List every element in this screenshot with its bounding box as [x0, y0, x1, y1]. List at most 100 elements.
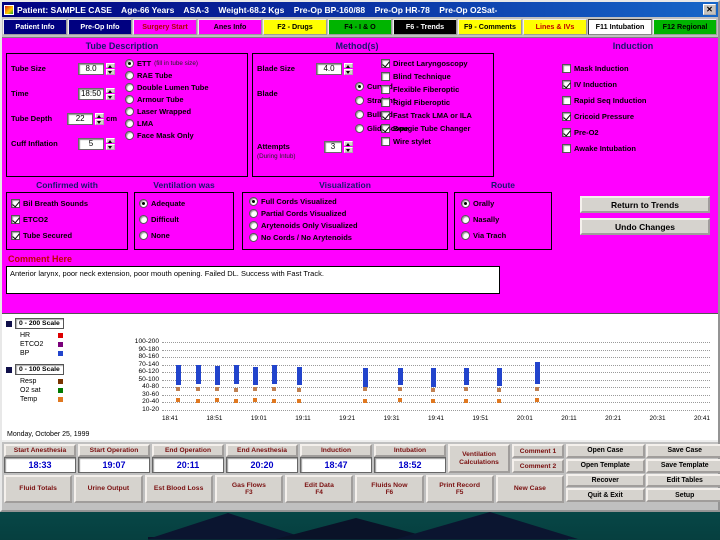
- action-button[interactable]: Fluids Now F6: [355, 475, 424, 503]
- checkbox-option[interactable]: Awake Intubation: [562, 144, 714, 153]
- time-field-button[interactable]: Start Anesthesia: [4, 444, 76, 457]
- checkbox-option[interactable]: Direct Laryngoscopy: [381, 59, 491, 68]
- spinner[interactable]: [106, 62, 115, 75]
- radio-icon[interactable]: [355, 110, 364, 119]
- radio-icon[interactable]: [355, 82, 364, 91]
- tab-pre-op-info[interactable]: Pre-Op Info: [68, 19, 132, 35]
- checkbox-option[interactable]: Rigid Fiberoptic: [381, 98, 491, 107]
- tab-f6-trends[interactable]: F6 - Trends: [393, 19, 457, 35]
- radio-icon[interactable]: [461, 199, 470, 208]
- save-case-button[interactable]: Save Case: [645, 444, 720, 458]
- checkbox-icon[interactable]: [562, 112, 571, 121]
- quit-exit-button[interactable]: Quit & Exit: [566, 488, 645, 503]
- checkbox-option[interactable]: ETCO2: [11, 215, 125, 224]
- blade-size-value[interactable]: 4.0: [316, 62, 342, 75]
- checkbox-option[interactable]: Pre-O2: [562, 128, 714, 137]
- radio-option[interactable]: Face Mask Only: [125, 131, 245, 140]
- radio-option[interactable]: Partial Cords Visualized: [249, 209, 445, 218]
- radio-option[interactable]: RAE Tube: [125, 71, 245, 80]
- tab-f4-i-and-o[interactable]: F4 - I & O: [328, 19, 392, 35]
- time-field-button[interactable]: Intubation: [374, 444, 446, 457]
- radio-icon[interactable]: [125, 83, 134, 92]
- radio-icon[interactable]: [249, 197, 258, 206]
- time-field-value[interactable]: 20:11: [152, 457, 224, 473]
- radio-icon[interactable]: [125, 131, 134, 140]
- setup-button[interactable]: Setup: [645, 488, 720, 503]
- checkbox-icon[interactable]: [381, 137, 390, 146]
- return-to-trends-button[interactable]: Return to Trends: [580, 196, 710, 213]
- checkbox-icon[interactable]: [562, 80, 571, 89]
- checkbox-option[interactable]: Wire stylet: [381, 137, 491, 146]
- radio-icon[interactable]: [249, 233, 258, 242]
- radio-icon[interactable]: [461, 231, 470, 240]
- tab-surgery-start[interactable]: Surgery Start: [133, 19, 197, 35]
- checkbox-icon[interactable]: [562, 128, 571, 137]
- field-value[interactable]: 18:50: [78, 87, 104, 100]
- checkbox-icon[interactable]: [381, 72, 390, 81]
- time-field-button[interactable]: End Operation: [152, 444, 224, 457]
- ventilation-calculations-button[interactable]: Ventilation Calculations: [448, 444, 510, 473]
- checkbox-icon[interactable]: [11, 231, 20, 240]
- radio-option[interactable]: Nasally: [461, 215, 549, 224]
- time-field-value[interactable]: 18:33: [4, 457, 76, 473]
- action-button[interactable]: Gas Flows F3: [214, 475, 283, 503]
- attempts-spinner[interactable]: [344, 140, 353, 153]
- radio-option[interactable]: None: [139, 231, 231, 240]
- blade-size-spinner[interactable]: [344, 62, 353, 75]
- tab-f11-intubation[interactable]: F11 Intubation: [588, 19, 652, 35]
- action-button[interactable]: Print Record F5: [425, 475, 494, 503]
- checkbox-option[interactable]: Tube Secured: [11, 231, 125, 240]
- checkbox-option[interactable]: IV Induction: [562, 80, 714, 89]
- time-field-button[interactable]: Start Operation: [78, 444, 150, 457]
- radio-icon[interactable]: [139, 199, 148, 208]
- checkbox-option[interactable]: Mask Induction: [562, 64, 714, 73]
- checkbox-icon[interactable]: [381, 124, 390, 133]
- checkbox-icon[interactable]: [381, 59, 390, 68]
- radio-icon[interactable]: [125, 119, 134, 128]
- radio-option[interactable]: Full Cords Visualized: [249, 197, 445, 206]
- time-field-value[interactable]: 18:47: [300, 457, 372, 473]
- checkbox-option[interactable]: Bougie Tube Changer: [381, 124, 491, 133]
- time-field-value[interactable]: 19:07: [78, 457, 150, 473]
- radio-icon[interactable]: [125, 95, 134, 104]
- radio-option[interactable]: Difficult: [139, 215, 231, 224]
- radio-icon[interactable]: [125, 59, 134, 68]
- action-button[interactable]: Est Blood Loss: [144, 475, 213, 503]
- time-field-value[interactable]: 20:20: [226, 457, 298, 473]
- comment-2-button[interactable]: Comment 2: [512, 459, 564, 473]
- checkbox-icon[interactable]: [11, 199, 20, 208]
- radio-icon[interactable]: [249, 221, 258, 230]
- action-button[interactable]: Urine Output: [74, 475, 143, 503]
- checkbox-icon[interactable]: [562, 96, 571, 105]
- radio-icon[interactable]: [125, 71, 134, 80]
- tab-lines-ivs[interactable]: Lines & IVs: [523, 19, 587, 35]
- undo-changes-button[interactable]: Undo Changes: [580, 218, 710, 235]
- open-template-button[interactable]: Open Template: [566, 458, 645, 473]
- radio-option[interactable]: No Cords / No Arytenoids: [249, 233, 445, 242]
- tab-f9-comments[interactable]: F9 - Comments: [458, 19, 522, 35]
- tab-f2-drugs[interactable]: F2 - Drugs: [263, 19, 327, 35]
- time-field-button[interactable]: End Anesthesia: [226, 444, 298, 457]
- checkbox-icon[interactable]: [562, 64, 571, 73]
- tab-f12-regional[interactable]: F12 Regional: [653, 19, 717, 35]
- action-button[interactable]: New Case: [495, 475, 564, 503]
- field-value[interactable]: 5: [78, 137, 104, 150]
- action-button[interactable]: Fluid Totals: [4, 475, 73, 503]
- radio-option[interactable]: Arytenoids Only Visualized: [249, 221, 445, 230]
- checkbox-option[interactable]: Bil Breath Sounds: [11, 199, 125, 208]
- radio-option[interactable]: Adequate: [139, 199, 231, 208]
- radio-option[interactable]: Armour Tube: [125, 95, 245, 104]
- radio-icon[interactable]: [249, 209, 258, 218]
- checkbox-option[interactable]: Flexible Fiberoptic: [381, 85, 491, 94]
- checkbox-icon[interactable]: [562, 144, 571, 153]
- spinner[interactable]: [106, 137, 115, 150]
- recover-button[interactable]: Recover: [566, 473, 645, 488]
- edit-tables-button[interactable]: Edit Tables: [645, 473, 720, 488]
- radio-icon[interactable]: [125, 107, 134, 116]
- radio-option[interactable]: Laser Wrapped: [125, 107, 245, 116]
- radio-option[interactable]: Orally: [461, 199, 549, 208]
- radio-icon[interactable]: [355, 124, 364, 133]
- checkbox-icon[interactable]: [381, 98, 390, 107]
- action-button[interactable]: Edit Data F4: [285, 475, 354, 503]
- spinner[interactable]: [106, 87, 115, 100]
